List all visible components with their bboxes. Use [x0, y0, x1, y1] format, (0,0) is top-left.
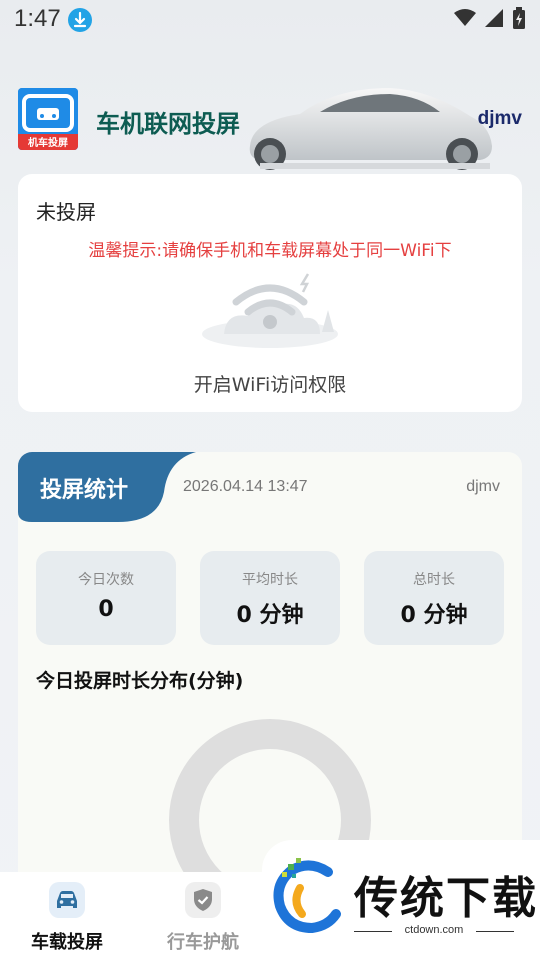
- cast-status: 未投屏: [36, 200, 96, 224]
- stat-value: 0: [98, 597, 114, 622]
- shield-check-icon: [185, 882, 221, 918]
- stats-datetime: 2026.04.14 13:47: [183, 478, 308, 495]
- wifi-permission-button[interactable]: 开启WiFi访问权限: [18, 370, 522, 397]
- header: 机车投屏 车机联网投屏 djmv: [0, 76, 540, 176]
- car-icon: [49, 882, 85, 918]
- distribution-title: 今日投屏时长分布(分钟): [36, 670, 244, 692]
- stat-value: 0 分钟: [236, 603, 304, 628]
- watermark-domain: ctdown.com: [404, 924, 464, 936]
- status-bar: 1:47: [0, 0, 540, 40]
- status-icons: [454, 6, 526, 30]
- app-logo: 机车投屏: [18, 88, 78, 150]
- status-time: 1:47: [14, 5, 61, 32]
- car-illustration: [240, 76, 500, 176]
- stat-label: 今日次数: [78, 572, 134, 588]
- watermark-divider: [476, 931, 514, 932]
- stat-today-count: 今日次数 0: [36, 551, 176, 645]
- connection-card: 未投屏 温馨提示:请确保手机和车载屏幕处于同一WiFi下 开启WiFi访问权限: [18, 174, 522, 412]
- watermark-brand: 传统下载: [354, 873, 538, 924]
- nav-label: 车载投屏: [31, 932, 103, 953]
- wifi-illustration: [196, 270, 344, 350]
- logo-text: 机车投屏: [28, 136, 68, 149]
- battery-icon: [513, 7, 525, 29]
- stats-title: 投屏统计: [40, 477, 129, 502]
- nav-item-drive-escort[interactable]: 行车护航: [148, 882, 258, 954]
- stats-card: 投屏统计 2026.04.14 13:47 djmv 今日次数 0 平均时长 0…: [18, 452, 522, 892]
- stat-value: 0 分钟: [400, 603, 468, 628]
- stat-total-duration: 总时长 0 分钟: [364, 551, 504, 645]
- stats-user: djmv: [466, 478, 500, 495]
- wifi-signal-icon: [454, 9, 476, 26]
- stat-label: 总时长: [413, 572, 455, 588]
- stat-label: 平均时长: [242, 572, 298, 588]
- stat-average-duration: 平均时长 0 分钟: [200, 551, 340, 645]
- download-icon: [68, 8, 92, 32]
- nav-label: 行车护航: [167, 932, 239, 953]
- wifi-tip: 温馨提示:请确保手机和车载屏幕处于同一WiFi下: [88, 241, 452, 261]
- cell-signal-icon: [485, 9, 503, 27]
- watermark-logo-icon: [273, 858, 341, 934]
- watermark: 传统下载 ctdown.com: [262, 840, 540, 960]
- nav-item-car-cast[interactable]: 车载投屏: [12, 882, 122, 954]
- app-title: 车机联网投屏: [96, 111, 240, 138]
- header-user-name[interactable]: djmv: [478, 108, 522, 130]
